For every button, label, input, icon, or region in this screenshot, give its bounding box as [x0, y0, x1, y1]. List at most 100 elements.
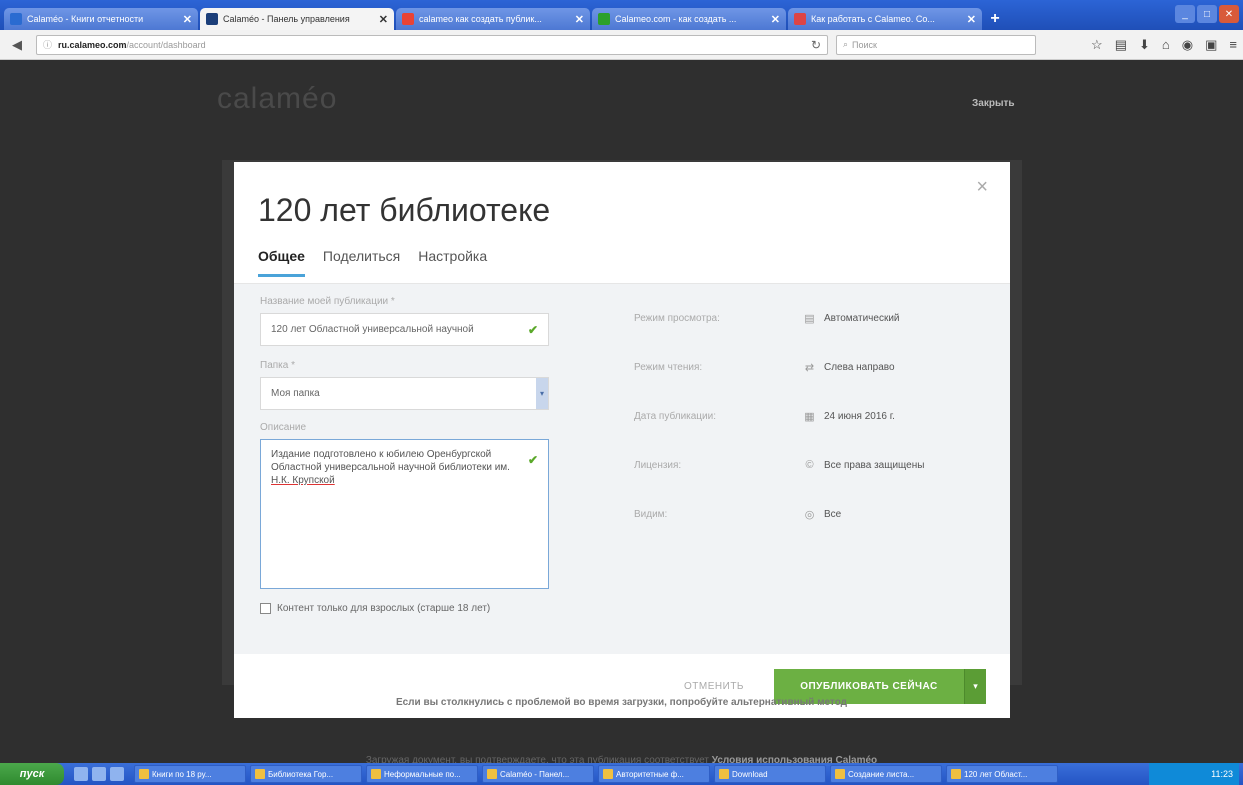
cancel-button[interactable]: ОТМЕНИТЬ: [684, 681, 744, 692]
window-icon: [835, 769, 845, 779]
browser-tab-active[interactable]: Calaméo - Панель управления ✕: [200, 8, 394, 30]
modal-footer: ОТМЕНИТЬ ОПУБЛИКОВАТЬ СЕЙЧАС ▾: [234, 654, 1010, 718]
favicon-icon: [206, 13, 218, 25]
browser-tab[interactable]: Calaméo - Книги отчетности ✕: [4, 8, 198, 30]
description-textarea[interactable]: Издание подготовлено к юбилею Оренбургск…: [260, 439, 549, 589]
taskbar-item[interactable]: Создание листа...: [830, 765, 942, 783]
tab-close-icon[interactable]: ✕: [771, 13, 780, 26]
taskbar-item[interactable]: Книги по 18 ру...: [134, 765, 246, 783]
taskbar: пуск Книги по 18 ру... Библиотека Гор...…: [0, 763, 1243, 785]
system-tray: 11:23: [1149, 763, 1239, 785]
browser-search-input[interactable]: ⌕ Поиск: [836, 34, 1036, 55]
address-bar[interactable]: ⓘ ru.calameo.com/account/dashboard ↻: [36, 34, 828, 55]
taskbar-item[interactable]: Calaméo - Панел...: [482, 765, 594, 783]
favicon-icon: [598, 13, 610, 25]
taskbar-item[interactable]: Неформальные по...: [366, 765, 478, 783]
browser-tab[interactable]: calameo как создать публик... ✕: [396, 8, 590, 30]
calameo-logo: calaméo: [217, 82, 338, 115]
adult-content-row: Контент только для взрослых (старше 18 л…: [260, 603, 550, 614]
clock: 11:23: [1211, 769, 1233, 779]
tab-general[interactable]: Общее: [258, 248, 305, 277]
window-icon: [139, 769, 149, 779]
page-background: calaméo Закрыть 120 лет библиотеке × Общ…: [0, 60, 1243, 766]
publication-name-input[interactable]: 120 лет Областной универсальной научной …: [260, 313, 549, 346]
menu-icon[interactable]: ≡: [1229, 37, 1237, 53]
window-icon: [255, 769, 265, 779]
sync-icon[interactable]: ◉: [1182, 37, 1193, 53]
quicklaunch-icon[interactable]: [92, 767, 106, 781]
window-icon: [487, 769, 497, 779]
meta-row-reading-mode[interactable]: Режим чтения: ⇄ Слева направо: [634, 355, 974, 379]
url-host: ru.calameo.com: [58, 39, 127, 50]
taskbar-item[interactable]: Авторитетные ф...: [598, 765, 710, 783]
window-icon: [371, 769, 381, 779]
start-button[interactable]: пуск: [0, 763, 64, 785]
quicklaunch-icon[interactable]: [74, 767, 88, 781]
browser-tab-strip: Calaméo - Книги отчетности ✕ Calaméo - Па…: [0, 0, 1243, 30]
tab-settings[interactable]: Настройка: [418, 248, 487, 277]
browser-tab[interactable]: Calameo.com - как создать ... ✕: [592, 8, 786, 30]
modal-tabs: Общее Поделиться Настройка: [258, 248, 487, 277]
modal-title: 120 лет библиотеке: [258, 192, 551, 228]
url-path: /account/dashboard: [126, 39, 206, 50]
description-label: Описание: [260, 422, 307, 433]
browser-tab[interactable]: Как работать с Calameo. Со... ✕: [788, 8, 982, 30]
bookmarks-list-icon[interactable]: ▤: [1115, 37, 1127, 53]
favicon-icon: [402, 13, 414, 25]
name-label: Название моей публикации *: [260, 296, 395, 307]
maximize-icon[interactable]: □: [1197, 5, 1217, 23]
new-tab-button[interactable]: +: [984, 8, 1006, 30]
form-column: Название моей публикации * 120 лет Облас…: [260, 296, 550, 614]
valid-check-icon: ✔: [527, 453, 538, 467]
reading-mode-icon: ⇄: [804, 361, 815, 374]
close-icon[interactable]: ×: [976, 176, 988, 199]
valid-check-icon: ✔: [527, 322, 538, 337]
folder-select[interactable]: Моя папка ▾: [260, 377, 549, 410]
chevron-down-icon[interactable]: ▾: [536, 378, 548, 409]
window-icon: [951, 769, 961, 779]
folder-icon: [719, 769, 729, 779]
browser-navbar: ◀ ⓘ ru.calameo.com/account/dashboard ↻ ⌕…: [0, 30, 1243, 60]
view-mode-icon: ▤: [804, 312, 815, 325]
minimize-icon[interactable]: _: [1175, 5, 1195, 23]
search-icon: ⌕: [843, 39, 849, 49]
tab-close-icon[interactable]: ✕: [183, 13, 192, 26]
meta-row-visibility[interactable]: Видим: ◎ Все: [634, 502, 974, 526]
taskbar-item[interactable]: 120 лет Област...: [946, 765, 1058, 783]
folder-label: Папка *: [260, 360, 295, 371]
reload-icon[interactable]: ↻: [811, 38, 821, 52]
close-link[interactable]: Закрыть: [972, 98, 1015, 109]
license-icon: ©: [805, 459, 814, 471]
quicklaunch-icon[interactable]: [110, 767, 124, 781]
folder-icon: [603, 769, 613, 779]
upload-hint: Если вы столкнулись с проблемой во время…: [395, 697, 848, 708]
calendar-icon: ▦: [804, 410, 815, 423]
favicon-icon: [794, 13, 806, 25]
description-name: Н.К. Крупской: [271, 475, 335, 486]
visibility-icon: ◎: [804, 508, 815, 521]
download-icon[interactable]: ⬇: [1139, 37, 1150, 53]
favicon-icon: [10, 13, 22, 25]
meta-column: Режим просмотра: ▤ Автоматический Режим …: [634, 306, 974, 551]
close-window-icon[interactable]: ✕: [1219, 5, 1239, 23]
quick-launch: [68, 767, 130, 781]
back-icon[interactable]: ◀: [6, 35, 28, 55]
taskbar-item[interactable]: Download: [714, 765, 826, 783]
meta-row-license[interactable]: Лицензия: © Все права защищены: [634, 453, 974, 477]
adult-content-checkbox[interactable]: [260, 603, 271, 614]
tab-close-icon[interactable]: ✕: [575, 13, 584, 26]
tab-close-icon[interactable]: ✕: [379, 13, 388, 26]
extension-icon[interactable]: ▣: [1205, 37, 1217, 53]
modal-body: Название моей публикации * 120 лет Облас…: [234, 284, 1010, 654]
meta-row-view-mode[interactable]: Режим просмотра: ▤ Автоматический: [634, 306, 974, 330]
tab-share[interactable]: Поделиться: [323, 248, 400, 277]
adult-content-label: Контент только для взрослых (старше 18 л…: [277, 603, 491, 614]
taskbar-item[interactable]: Библиотека Гор...: [250, 765, 362, 783]
window-controls: _ □ ✕: [1175, 5, 1239, 23]
home-icon[interactable]: ⌂: [1162, 37, 1170, 53]
bookmark-star-icon[interactable]: ☆: [1091, 37, 1103, 53]
meta-row-publish-date[interactable]: Дата публикации: ▦ 24 июня 2016 г.: [634, 404, 974, 428]
publication-modal: 120 лет библиотеке × Общее Поделиться На…: [234, 162, 1010, 718]
info-icon[interactable]: ⓘ: [43, 38, 52, 51]
tab-close-icon[interactable]: ✕: [967, 13, 976, 26]
